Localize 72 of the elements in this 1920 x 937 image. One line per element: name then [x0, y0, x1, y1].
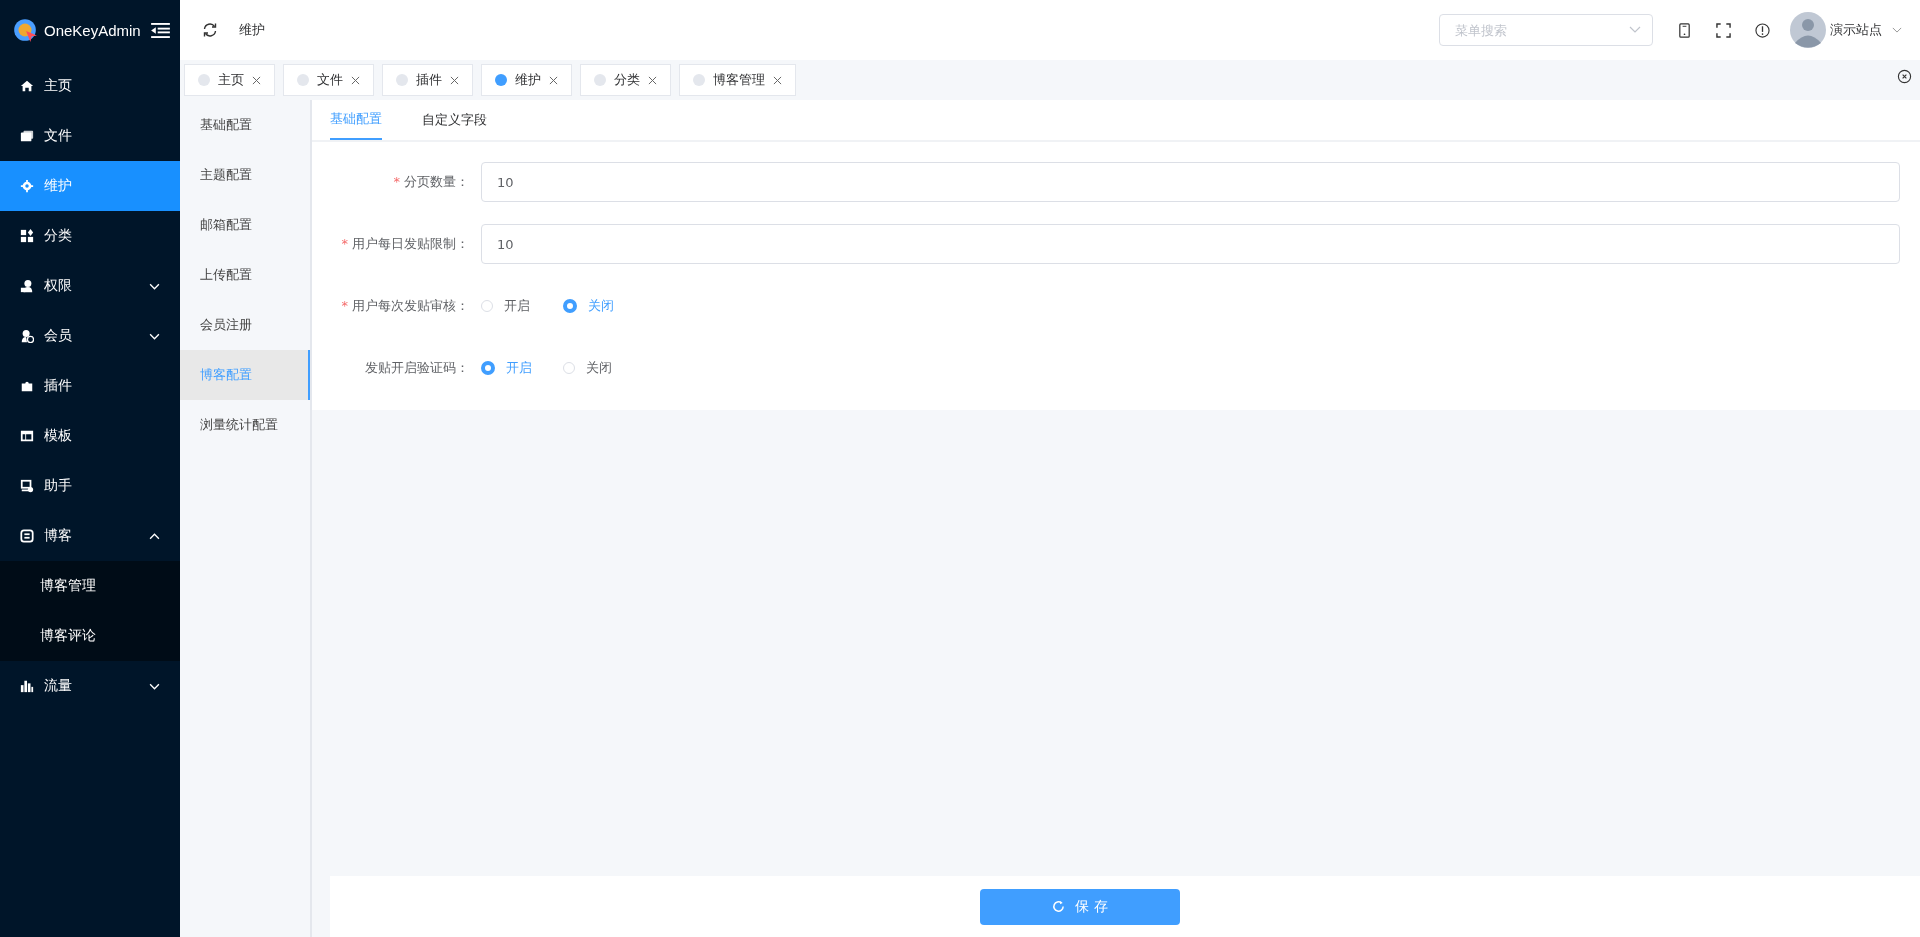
page-tab[interactable]: 博客管理: [679, 64, 796, 96]
info-icon[interactable]: [1755, 22, 1770, 38]
input-field[interactable]: 10: [481, 224, 1900, 264]
bar-chart-icon: [20, 679, 34, 693]
avatar[interactable]: [1790, 12, 1826, 48]
settings-nav-item[interactable]: 基础配置: [180, 100, 310, 150]
field-label: 分页数量：: [404, 174, 469, 189]
sidebar-item[interactable]: 会员: [0, 311, 180, 361]
page-tab[interactable]: 维护: [481, 64, 572, 96]
chevron-icon: [149, 532, 160, 540]
chevron-icon: [149, 682, 160, 690]
settings-nav-item[interactable]: 邮箱配置: [180, 200, 310, 250]
close-icon[interactable]: [648, 75, 657, 85]
page-tab[interactable]: 插件: [382, 64, 473, 96]
sidebar-subitem[interactable]: 博客管理: [0, 561, 180, 611]
radio-label[interactable]: 关闭: [586, 359, 612, 377]
user-lock-icon: [20, 279, 34, 293]
refresh-icon[interactable]: [202, 22, 218, 38]
radio-button[interactable]: [481, 361, 495, 375]
sidebar-item[interactable]: 文件: [0, 111, 180, 161]
required-mark: *: [393, 174, 400, 189]
sidebar-item[interactable]: 插件: [0, 361, 180, 411]
home-icon: [20, 79, 34, 93]
field-label: 用户每次发贴审核：: [352, 298, 469, 313]
settings-nav-item[interactable]: 上传配置: [180, 250, 310, 300]
sidebar-item[interactable]: 主页: [0, 61, 180, 111]
user-check-icon: [20, 329, 34, 343]
layout-icon: [20, 429, 34, 443]
caret-icon: [1629, 26, 1641, 33]
radio-button[interactable]: [563, 299, 577, 313]
required-mark: *: [341, 298, 348, 313]
sidebar-item[interactable]: 助手: [0, 461, 180, 511]
app-name: OneKeyAdmin: [44, 21, 142, 39]
close-all-icon[interactable]: [1897, 69, 1912, 84]
sidebar-item[interactable]: 分类: [0, 211, 180, 261]
close-icon[interactable]: [773, 75, 782, 85]
chevron-icon: [149, 332, 160, 340]
radio-label[interactable]: 开启: [504, 297, 530, 315]
menu-collapse-icon[interactable]: [151, 22, 170, 38]
chevron-icon: [149, 282, 160, 290]
page-tab[interactable]: 分类: [580, 64, 671, 96]
sidebar-item[interactable]: 权限: [0, 261, 180, 311]
user-name[interactable]: 演示站点: [1830, 21, 1882, 39]
close-icon[interactable]: [450, 75, 459, 85]
sidebar-item[interactable]: 流量: [0, 661, 180, 711]
input-field[interactable]: 10: [481, 162, 1900, 202]
monitor-icon: [20, 479, 34, 493]
menu-search-field[interactable]: 菜单搜索: [1439, 14, 1653, 46]
fullscreen-icon[interactable]: [1716, 22, 1731, 38]
sidebar-item[interactable]: 博客: [0, 511, 180, 561]
logo-icon: [12, 17, 38, 43]
blog-icon: [20, 529, 34, 543]
field-label: 用户每日发贴限制：: [352, 236, 469, 251]
sidebar-item[interactable]: 模板: [0, 411, 180, 461]
page-tab[interactable]: 主页: [184, 64, 275, 96]
breadcrumb: 维护: [239, 21, 265, 39]
page-tab[interactable]: 文件: [283, 64, 374, 96]
caret-icon: [1892, 27, 1902, 33]
grid-icon: [20, 229, 34, 243]
close-icon[interactable]: [549, 75, 558, 85]
required-mark: *: [341, 236, 348, 251]
close-icon[interactable]: [252, 75, 261, 85]
settings-nav-item[interactable]: 会员注册: [180, 300, 310, 350]
folder-icon: [20, 129, 34, 143]
settings-nav-item[interactable]: 主题配置: [180, 150, 310, 200]
sidebar-subitem[interactable]: 博客评论: [0, 611, 180, 661]
settings-nav-item[interactable]: 浏量统计配置: [180, 400, 310, 450]
tablet-icon[interactable]: [1677, 22, 1692, 38]
close-icon[interactable]: [351, 75, 360, 85]
field-label: 发贴开启验证码：: [365, 360, 469, 375]
refresh-icon: [1052, 900, 1066, 913]
content-tab[interactable]: 自定义字段: [422, 100, 487, 140]
